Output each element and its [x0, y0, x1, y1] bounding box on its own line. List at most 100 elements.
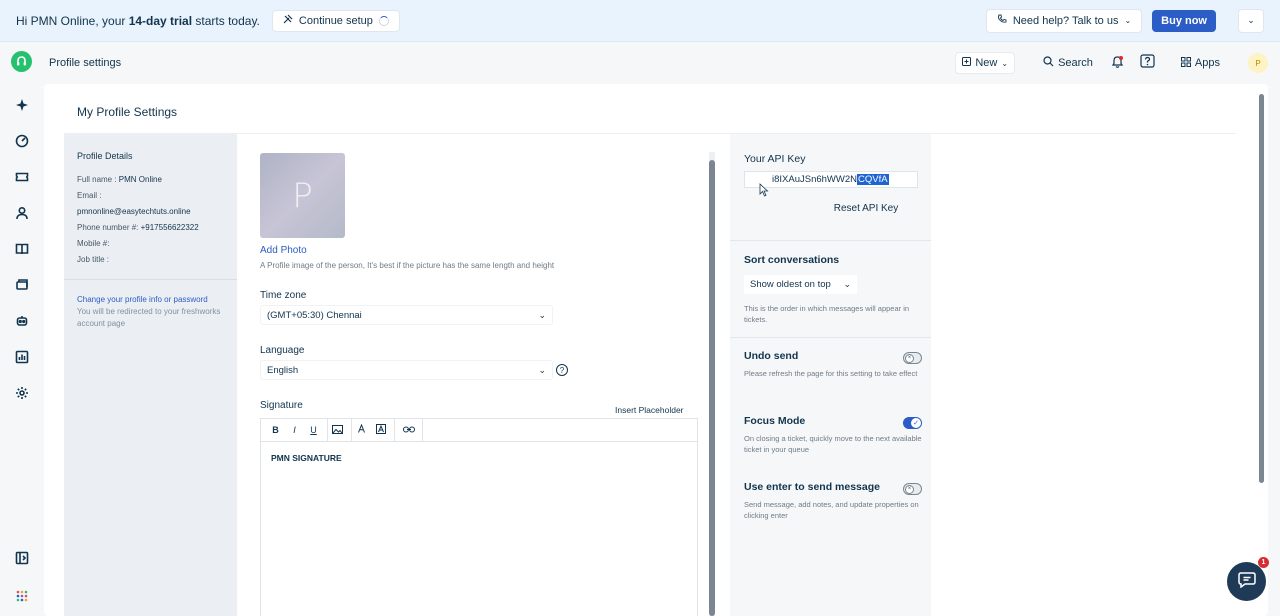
- undo-send-label: Undo send: [744, 350, 799, 362]
- bold-button[interactable]: B: [266, 419, 285, 442]
- toggle-off-icon: ×: [905, 484, 914, 494]
- mobile-label: Mobile #:: [77, 239, 110, 248]
- link-icon: [402, 425, 415, 435]
- chevron-down-icon: ⌄: [538, 364, 546, 375]
- page-scrollbar-thumb[interactable]: [1259, 94, 1264, 483]
- help-talk-button[interactable]: Need help? Talk to us ⌄: [985, 8, 1143, 33]
- insert-placeholder-button[interactable]: Insert Placeholder: [615, 405, 684, 415]
- font-color-icon: [357, 423, 366, 436]
- form-scrollbar[interactable]: [709, 152, 715, 616]
- chevron-down-icon: ⌄: [1001, 58, 1009, 68]
- signature-editor[interactable]: B I U PMN SIGNATURE: [260, 418, 698, 616]
- api-key-text: i8IXAuJSn6hWW2N: [772, 174, 858, 185]
- search-button[interactable]: Search: [1037, 52, 1099, 74]
- toolbar-separator: [394, 418, 395, 442]
- profile-form: P Add Photo A Profile image of the perso…: [260, 134, 715, 616]
- chat-widget-button[interactable]: [1227, 562, 1266, 601]
- sort-conversations-label: Sort conversations: [744, 254, 840, 266]
- underline-button[interactable]: U: [304, 419, 323, 442]
- reset-api-key-button[interactable]: Reset API Key: [825, 200, 907, 217]
- full-name-row: Full name : PMN Online: [77, 172, 224, 188]
- toolbar-separator: [422, 418, 423, 442]
- focus-mode-description: On closing a ticket, quickly move to the…: [744, 434, 922, 454]
- phone-icon: [997, 14, 1007, 27]
- freshdesk-logo-icon[interactable]: [11, 51, 32, 72]
- notifications-button[interactable]: [1107, 52, 1129, 74]
- profile-settings-card: My Profile Settings Profile Details Full…: [44, 84, 1268, 616]
- chevron-down-icon: ⌄: [538, 309, 546, 320]
- api-key-label: Your API Key: [744, 153, 806, 165]
- buy-now-button[interactable]: Buy now: [1152, 9, 1216, 32]
- chat-notification-badge: 1: [1258, 557, 1269, 568]
- page-scrollbar[interactable]: [1258, 89, 1265, 609]
- search-icon: [1043, 56, 1054, 70]
- dashboard-icon[interactable]: [14, 133, 30, 149]
- job-title-label: Job title :: [77, 255, 110, 264]
- apps-label: Apps: [1194, 57, 1220, 69]
- reports-icon[interactable]: [14, 349, 30, 365]
- apps-button[interactable]: Apps: [1175, 52, 1226, 74]
- new-item-icon: [962, 57, 972, 69]
- add-photo-link[interactable]: Add Photo: [260, 245, 307, 256]
- insert-image-button[interactable]: [328, 419, 347, 442]
- api-key-selected-text: CQVfA: [857, 174, 889, 185]
- sort-conversations-select[interactable]: Show oldest on top ⌄: [744, 275, 857, 294]
- collapse-sidebar-icon[interactable]: [14, 550, 30, 566]
- sparkle-icon[interactable]: [14, 97, 30, 113]
- insert-link-button[interactable]: [399, 419, 418, 442]
- contacts-icon[interactable]: [14, 205, 30, 221]
- left-nav-rail: [0, 42, 44, 616]
- sort-value: Show oldest on top: [750, 279, 831, 290]
- inbox-icon[interactable]: [14, 277, 30, 293]
- main-title: My Profile Settings: [77, 105, 178, 119]
- apps-grid-small-icon: [1180, 56, 1191, 70]
- apps-grid-icon[interactable]: [14, 588, 30, 604]
- editor-toolbar: B I U: [261, 418, 697, 442]
- font-color-button[interactable]: [352, 419, 371, 442]
- phone-row: Phone number #: +917556622322: [77, 220, 224, 236]
- profile-details-panel: Profile Details Full name : PMN Online E…: [64, 134, 237, 616]
- language-help-icon[interactable]: ?: [556, 364, 568, 376]
- api-key-field[interactable]: i8IXAuJSn6hWW2N CQVfA: [744, 171, 918, 188]
- timezone-select[interactable]: (GMT+05:30) Chennai ⌄: [260, 305, 553, 325]
- enter-to-send-toggle[interactable]: ×: [903, 483, 922, 495]
- knowledge-base-icon[interactable]: [14, 241, 30, 257]
- undo-send-toggle[interactable]: ×: [903, 352, 922, 364]
- focus-mode-toggle[interactable]: ✓: [903, 417, 922, 429]
- focus-mode-label: Focus Mode: [744, 415, 806, 427]
- form-scrollbar-thumb[interactable]: [709, 160, 715, 616]
- user-avatar[interactable]: P: [1248, 53, 1268, 73]
- redirect-note: You will be redirected to your freshwork…: [77, 307, 221, 328]
- sort-description: This is the order in which messages will…: [744, 304, 910, 324]
- bot-icon[interactable]: [14, 313, 30, 329]
- trial-duration: 14-day trial: [128, 13, 193, 28]
- italic-button[interactable]: I: [285, 419, 304, 442]
- language-value: English: [267, 364, 299, 376]
- tickets-icon[interactable]: [14, 169, 30, 185]
- toggle-check-icon: ✓: [911, 418, 921, 428]
- background-color-button[interactable]: [371, 419, 390, 442]
- undo-send-description: Please refresh the page for this setting…: [744, 369, 918, 378]
- mouse-cursor-icon: [759, 183, 769, 197]
- phone-label: Phone number #:: [77, 223, 141, 232]
- change-profile-link[interactable]: Change your profile info or password: [77, 295, 208, 304]
- help-question-icon: [1140, 54, 1156, 72]
- new-button[interactable]: New ⌄: [955, 52, 1016, 74]
- signature-text[interactable]: PMN SIGNATURE: [261, 442, 697, 474]
- admin-gear-icon[interactable]: [14, 385, 30, 401]
- enter-to-send-description: Send message, add notes, and update prop…: [744, 500, 919, 520]
- language-label: Language: [260, 345, 305, 356]
- profile-photo[interactable]: P: [260, 153, 345, 238]
- continue-setup-button[interactable]: Continue setup: [271, 9, 400, 32]
- greeting-suffix: starts today.: [192, 13, 260, 28]
- chat-bubble-icon: [1237, 572, 1256, 591]
- language-select[interactable]: English ⌄: [260, 360, 553, 380]
- full-name-label: Full name :: [77, 175, 119, 184]
- profile-divider: [64, 279, 237, 280]
- photo-hint: A Profile image of the person, It's best…: [260, 261, 555, 270]
- help-button[interactable]: [1137, 52, 1159, 74]
- signature-label: Signature: [260, 400, 303, 411]
- settings-divider: [730, 240, 931, 241]
- banner-collapse-button[interactable]: ⌄: [1238, 8, 1264, 33]
- image-icon: [332, 424, 343, 436]
